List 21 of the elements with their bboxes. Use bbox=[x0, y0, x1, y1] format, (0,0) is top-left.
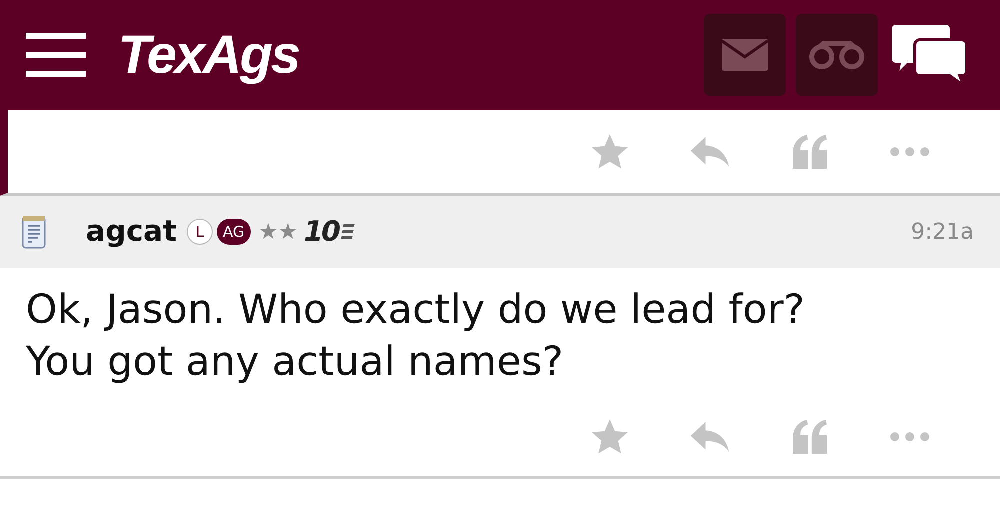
mail-icon bbox=[722, 39, 768, 71]
username[interactable]: agcat bbox=[86, 210, 177, 254]
more-icon bbox=[890, 432, 930, 442]
notepad-icon bbox=[22, 215, 46, 249]
rank-bars-icon bbox=[341, 223, 355, 241]
reply-icon bbox=[688, 420, 732, 454]
binoculars-icon bbox=[809, 40, 865, 70]
menu-icon[interactable] bbox=[26, 33, 86, 77]
quote-icon bbox=[791, 420, 829, 454]
rank-label: 10 bbox=[304, 214, 339, 250]
post-body: Ok, Jason. Who exactly do we lead for? You got any actual names? bbox=[25, 286, 806, 387]
messages-button[interactable] bbox=[704, 14, 786, 96]
more-icon bbox=[890, 146, 930, 156]
user-stars: ★★ bbox=[258, 218, 298, 246]
watch-button[interactable] bbox=[796, 14, 878, 96]
reply-icon bbox=[688, 134, 732, 168]
quote-icon bbox=[791, 134, 829, 168]
badge: AG bbox=[216, 219, 251, 245]
post-time: 9:21a bbox=[911, 218, 974, 246]
badge: L bbox=[186, 219, 213, 245]
logo[interactable]: TexAgs bbox=[118, 14, 300, 96]
